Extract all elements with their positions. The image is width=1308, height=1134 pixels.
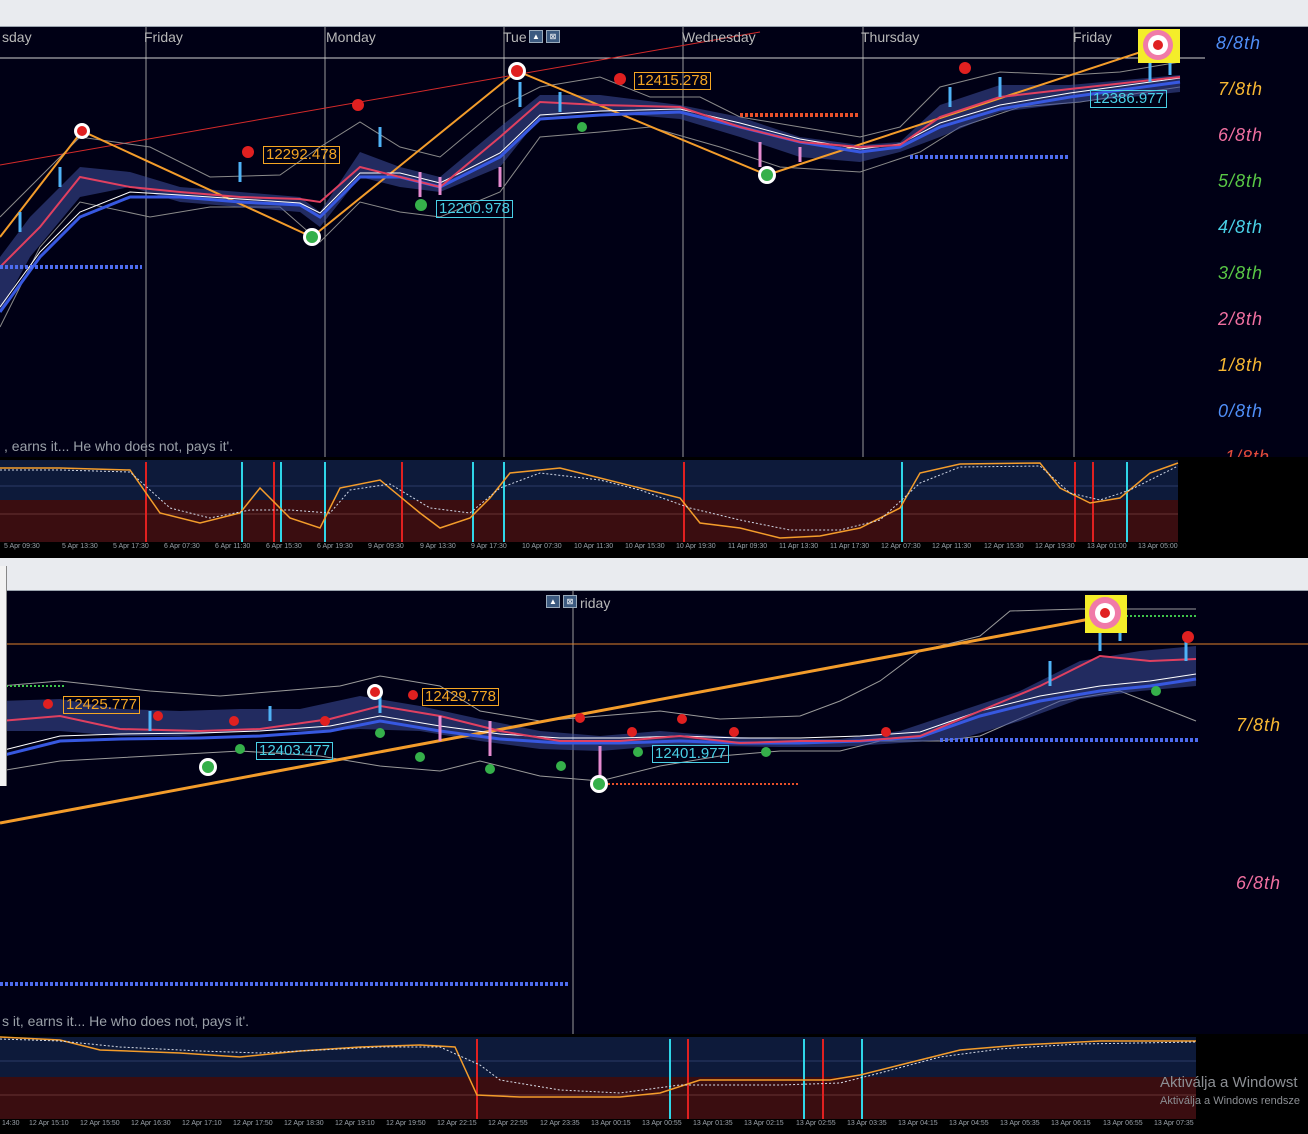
time-tick: 12 Apr 15:10 — [29, 1120, 69, 1127]
quote-text: , earns it... He who does not, pays it'. — [4, 438, 234, 454]
day-label: riday — [580, 595, 611, 611]
time-tick: 13 Apr 02:15 — [744, 1120, 784, 1127]
time-tick: 13 Apr 06:55 — [1103, 1120, 1143, 1127]
time-tick: 5 Apr 13:30 — [62, 543, 98, 550]
time-tick: 6 Apr 19:30 — [317, 543, 353, 550]
bottom-oscillator — [0, 1036, 1197, 1119]
time-tick: 10 Apr 07:30 — [522, 543, 562, 550]
top-window-titlebar[interactable] — [0, 0, 1308, 27]
top-oscillator — [0, 460, 1179, 542]
day-label: Tue — [503, 29, 527, 45]
time-tick: 12 Apr 23:35 — [540, 1120, 580, 1127]
murrey-level-label: 7/8th — [1218, 79, 1264, 99]
left-panel-edge — [0, 566, 7, 786]
time-tick: 12 Apr 15:30 — [984, 543, 1024, 550]
murrey-level-label: 5/8th — [1218, 171, 1264, 191]
murrey-level-label: 1/8th — [1218, 355, 1264, 375]
murrey-level-label: 2/8th — [1218, 309, 1264, 329]
murrey-level-label: 7/8th — [1236, 715, 1282, 735]
bottom-window-titlebar[interactable] — [0, 558, 1308, 591]
murrey-level-label: 0/8th — [1218, 401, 1264, 421]
day-label: Friday — [144, 29, 183, 45]
time-tick: 12 Apr 18:30 — [284, 1120, 324, 1127]
time-tick: 13 Apr 01:00 — [1087, 543, 1127, 550]
time-tick: 12 Apr 19:10 — [335, 1120, 375, 1127]
bottom-oscillator-pane[interactable] — [0, 1035, 1308, 1119]
time-tick: 12 Apr 17:10 — [182, 1120, 222, 1127]
murrey-level-label: 6/8th — [1218, 125, 1264, 145]
time-tick: 13 Apr 05:35 — [1000, 1120, 1040, 1127]
price-label: 12425.777 — [63, 696, 140, 714]
time-tick: 14:30 — [2, 1120, 20, 1127]
top-time-axis: 5 Apr 09:30 5 Apr 13:30 5 Apr 17:30 6 Ap… — [0, 542, 1308, 556]
time-tick: 12 Apr 07:30 — [881, 543, 921, 550]
time-tick: 9 Apr 17:30 — [471, 543, 507, 550]
time-tick: 11 Apr 13:30 — [779, 543, 819, 550]
time-tick: 13 Apr 02:55 — [796, 1120, 836, 1127]
maximize-button[interactable]: ⊠ — [563, 595, 577, 608]
price-label: 12386.977 — [1090, 90, 1167, 108]
time-tick: 12 Apr 16:30 — [131, 1120, 171, 1127]
murrey-level-label: 8/8th — [1216, 33, 1262, 53]
time-tick: 13 Apr 00:15 — [591, 1120, 631, 1127]
time-tick: 11 Apr 17:30 — [830, 543, 870, 550]
time-tick: 13 Apr 04:15 — [898, 1120, 938, 1127]
time-tick: 9 Apr 09:30 — [368, 543, 404, 550]
price-label: 12429.778 — [422, 688, 499, 706]
scroll-up-button[interactable]: ▲ — [529, 30, 543, 43]
time-tick: 13 Apr 00:55 — [642, 1120, 682, 1127]
time-tick: 11 Apr 09:30 — [728, 543, 768, 550]
time-tick: 12 Apr 11:30 — [932, 543, 972, 550]
time-tick: 12 Apr 17:50 — [233, 1120, 273, 1127]
time-tick: 12 Apr 22:55 — [488, 1120, 528, 1127]
time-tick: 13 Apr 01:35 — [693, 1120, 733, 1127]
maximize-button[interactable]: ⊠ — [546, 30, 560, 43]
day-label: sday — [2, 29, 32, 45]
murrey-level-label: 4/8th — [1218, 217, 1264, 237]
price-label: 12200.978 — [436, 200, 513, 218]
time-tick: 12 Apr 15:50 — [80, 1120, 120, 1127]
murrey-level-label: 3/8th — [1218, 263, 1264, 283]
top-chart-pane[interactable]: sday Friday Monday Tue ▲ ⊠ Wednesday Thu… — [0, 27, 1308, 457]
day-label: Wednesday — [682, 29, 756, 45]
time-tick: 10 Apr 19:30 — [676, 543, 716, 550]
time-tick: 6 Apr 07:30 — [164, 543, 200, 550]
time-tick: 10 Apr 15:30 — [625, 543, 665, 550]
windows-activation-title: Aktiválja a Windowst — [1160, 1074, 1298, 1091]
time-tick: 13 Apr 06:15 — [1051, 1120, 1091, 1127]
price-label: 12403.477 — [256, 742, 333, 760]
day-label: Monday — [326, 29, 376, 45]
time-tick: 13 Apr 07:35 — [1154, 1120, 1194, 1127]
time-tick: 12 Apr 19:50 — [386, 1120, 426, 1127]
time-tick: 13 Apr 05:00 — [1138, 543, 1178, 550]
time-tick: 6 Apr 11:30 — [215, 543, 251, 550]
time-tick: 13 Apr 04:55 — [949, 1120, 989, 1127]
time-tick: 6 Apr 15:30 — [266, 543, 302, 550]
time-tick: 5 Apr 17:30 — [113, 543, 149, 550]
time-tick: 12 Apr 22:15 — [437, 1120, 477, 1127]
bottom-time-axis: 14:30 12 Apr 15:10 12 Apr 15:50 12 Apr 1… — [0, 1119, 1308, 1134]
bottom-price-chart — [0, 591, 1308, 1034]
time-tick: 9 Apr 13:30 — [420, 543, 456, 550]
time-tick: 12 Apr 19:30 — [1035, 543, 1075, 550]
scroll-up-button[interactable]: ▲ — [546, 595, 560, 608]
bottom-chart-pane[interactable]: ▲ ⊠ riday 12425.777 12429.778 12403.477 … — [0, 591, 1308, 1034]
time-tick: 5 Apr 09:30 — [4, 543, 40, 550]
price-label: 12292.478 — [263, 146, 340, 164]
murrey-level-label: 6/8th — [1236, 873, 1282, 893]
day-label: Friday — [1073, 29, 1112, 45]
top-oscillator-pane[interactable] — [0, 458, 1308, 542]
price-label: 12401.977 — [652, 745, 729, 763]
price-label: 12415.278 — [634, 72, 711, 90]
time-tick: 10 Apr 11:30 — [574, 543, 614, 550]
time-tick: 13 Apr 03:35 — [847, 1120, 887, 1127]
day-label: Thursday — [861, 29, 920, 45]
windows-activation-subtitle: Aktiválja a Windows rendsze — [1160, 1095, 1301, 1107]
quote-text: s it, earns it... He who does not, pays … — [2, 1013, 250, 1029]
murrey-level-label: -1/8th — [1218, 447, 1271, 457]
